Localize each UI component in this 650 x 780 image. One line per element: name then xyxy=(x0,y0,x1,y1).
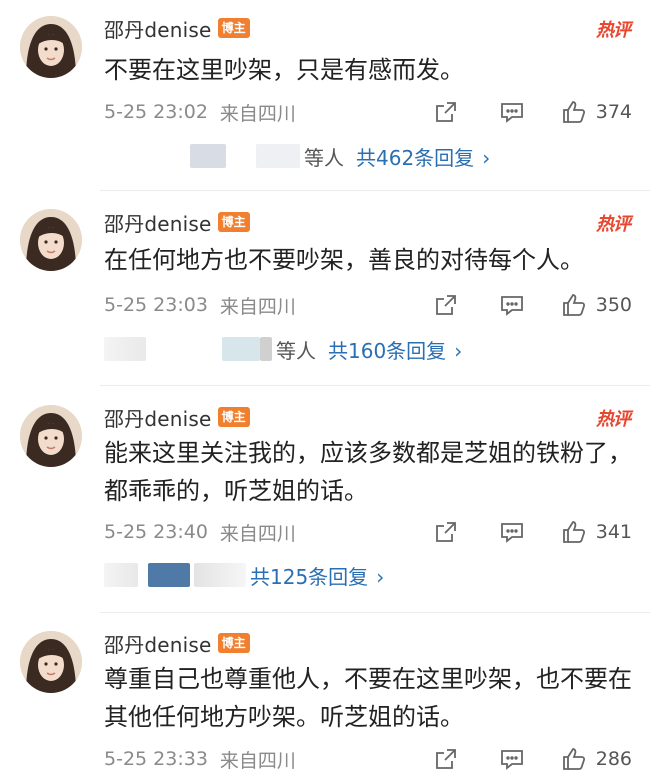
user-row: 邵丹denise 博主 xyxy=(104,403,250,431)
share-icon[interactable] xyxy=(432,745,460,773)
avatar-image xyxy=(20,405,82,467)
reply-others: 等人 xyxy=(304,145,344,170)
thumbs-up-icon[interactable] xyxy=(560,518,588,546)
comment-icon[interactable] xyxy=(498,518,526,546)
action-bar: 374 xyxy=(432,97,632,127)
share-icon[interactable] xyxy=(432,291,460,319)
avatar-image xyxy=(20,16,82,78)
username[interactable]: 邵丹denise xyxy=(104,403,212,432)
comment-time: 5-25 23:40 xyxy=(104,521,208,543)
comment-time: 5-25 23:03 xyxy=(104,294,208,316)
like-count: 286 xyxy=(595,748,632,770)
comment-item: 邵丹denise 博主 热评 能来这里关注我的，应该多数都是芝姐的铁粉了，都乖乖… xyxy=(0,387,650,612)
user-row: 邵丹denise 博主 xyxy=(104,208,250,236)
comment-item: 邵丹denise 博主 热评 不要在这里吵架，只是有感而发。 5-25 23:0… xyxy=(0,0,650,190)
avatar[interactable] xyxy=(20,16,82,78)
divider xyxy=(100,385,650,386)
avatar-image xyxy=(20,209,82,271)
thumbs-up-icon[interactable] xyxy=(560,745,588,773)
comment-icon[interactable] xyxy=(498,98,526,126)
blurred-name xyxy=(104,563,138,587)
username[interactable]: 邵丹denise xyxy=(104,629,212,658)
blurred-name xyxy=(104,337,146,361)
chevron-right-icon: › xyxy=(482,145,491,170)
hot-comment-tag: 热评 xyxy=(596,20,631,41)
reply-others: 等人 xyxy=(276,338,316,363)
hot-comment-tag: 热评 xyxy=(596,409,631,430)
view-replies-link[interactable]: 共160条回复 › xyxy=(328,335,462,364)
avatar-image xyxy=(20,631,82,693)
avatar[interactable] xyxy=(20,209,82,271)
comment-text: 能来这里关注我的，应该多数都是芝姐的铁粉了，都乖乖的，听芝姐的话。 xyxy=(104,439,632,505)
divider xyxy=(100,190,650,191)
blogger-badge: 博主 xyxy=(217,212,250,232)
action-bar: 341 xyxy=(432,517,632,547)
reply-summary[interactable]: 共125条回复 › xyxy=(104,560,384,590)
comment-text: 尊重自己也尊重他人，不要在这里吵架，也不要在其他任何地方吵架。听芝姐的话。 xyxy=(104,665,632,731)
comment-text: 在任何地方也不要吵架，善良的对待每个人。 xyxy=(104,246,584,274)
user-row: 邵丹denise 博主 xyxy=(104,14,250,42)
comment-icon[interactable] xyxy=(498,291,526,319)
chevron-right-icon: › xyxy=(454,338,463,363)
username[interactable]: 邵丹denise xyxy=(104,14,212,43)
user-row: 邵丹denise 博主 xyxy=(104,629,250,657)
blurred-name xyxy=(260,337,272,361)
blogger-badge: 博主 xyxy=(217,633,250,653)
comment-time: 5-25 23:33 xyxy=(104,748,208,770)
blurred-name xyxy=(256,144,300,168)
reply-summary[interactable]: 等人 共160条回复 › xyxy=(104,334,462,364)
like-count: 341 xyxy=(595,521,632,543)
like-count: 374 xyxy=(595,101,632,123)
comment-icon[interactable] xyxy=(498,745,526,773)
avatar[interactable] xyxy=(20,405,82,467)
view-replies-link[interactable]: 共125条回复 › xyxy=(250,561,384,590)
action-bar: 286 xyxy=(432,744,632,774)
thumbs-up-icon[interactable] xyxy=(560,98,588,126)
comment-text: 不要在这里吵架，只是有感而发。 xyxy=(104,56,464,84)
comment-time: 5-25 23:02 xyxy=(104,101,208,123)
comment-location: 来自四川 xyxy=(219,749,296,772)
blogger-badge: 博主 xyxy=(217,407,250,427)
divider xyxy=(100,612,650,613)
avatar[interactable] xyxy=(20,631,82,693)
comment-item: 邵丹denise 博主 尊重自己也尊重他人，不要在这里吵架，也不要在其他任何地方… xyxy=(0,614,650,780)
reply-summary[interactable]: 等人 共462条回复 › xyxy=(190,141,490,171)
hot-comment-tag: 热评 xyxy=(596,214,631,235)
blogger-badge: 博主 xyxy=(217,18,250,38)
comment-location: 来自四川 xyxy=(219,102,296,125)
action-bar: 350 xyxy=(432,290,632,320)
comment-location: 来自四川 xyxy=(219,522,296,545)
comment-location: 来自四川 xyxy=(219,295,296,318)
comment-item: 邵丹denise 博主 热评 在任何地方也不要吵架，善良的对待每个人。 5-25… xyxy=(0,192,650,385)
blurred-avatar xyxy=(148,563,190,587)
share-icon[interactable] xyxy=(432,518,460,546)
share-icon[interactable] xyxy=(432,98,460,126)
thumbs-up-icon[interactable] xyxy=(560,291,588,319)
username[interactable]: 邵丹denise xyxy=(104,208,212,237)
view-replies-link[interactable]: 共462条回复 › xyxy=(356,142,490,171)
blurred-avatar xyxy=(190,144,226,168)
chevron-right-icon: › xyxy=(376,564,385,589)
like-count: 350 xyxy=(595,294,632,316)
blurred-avatar xyxy=(222,337,260,361)
blurred-name xyxy=(194,563,246,587)
